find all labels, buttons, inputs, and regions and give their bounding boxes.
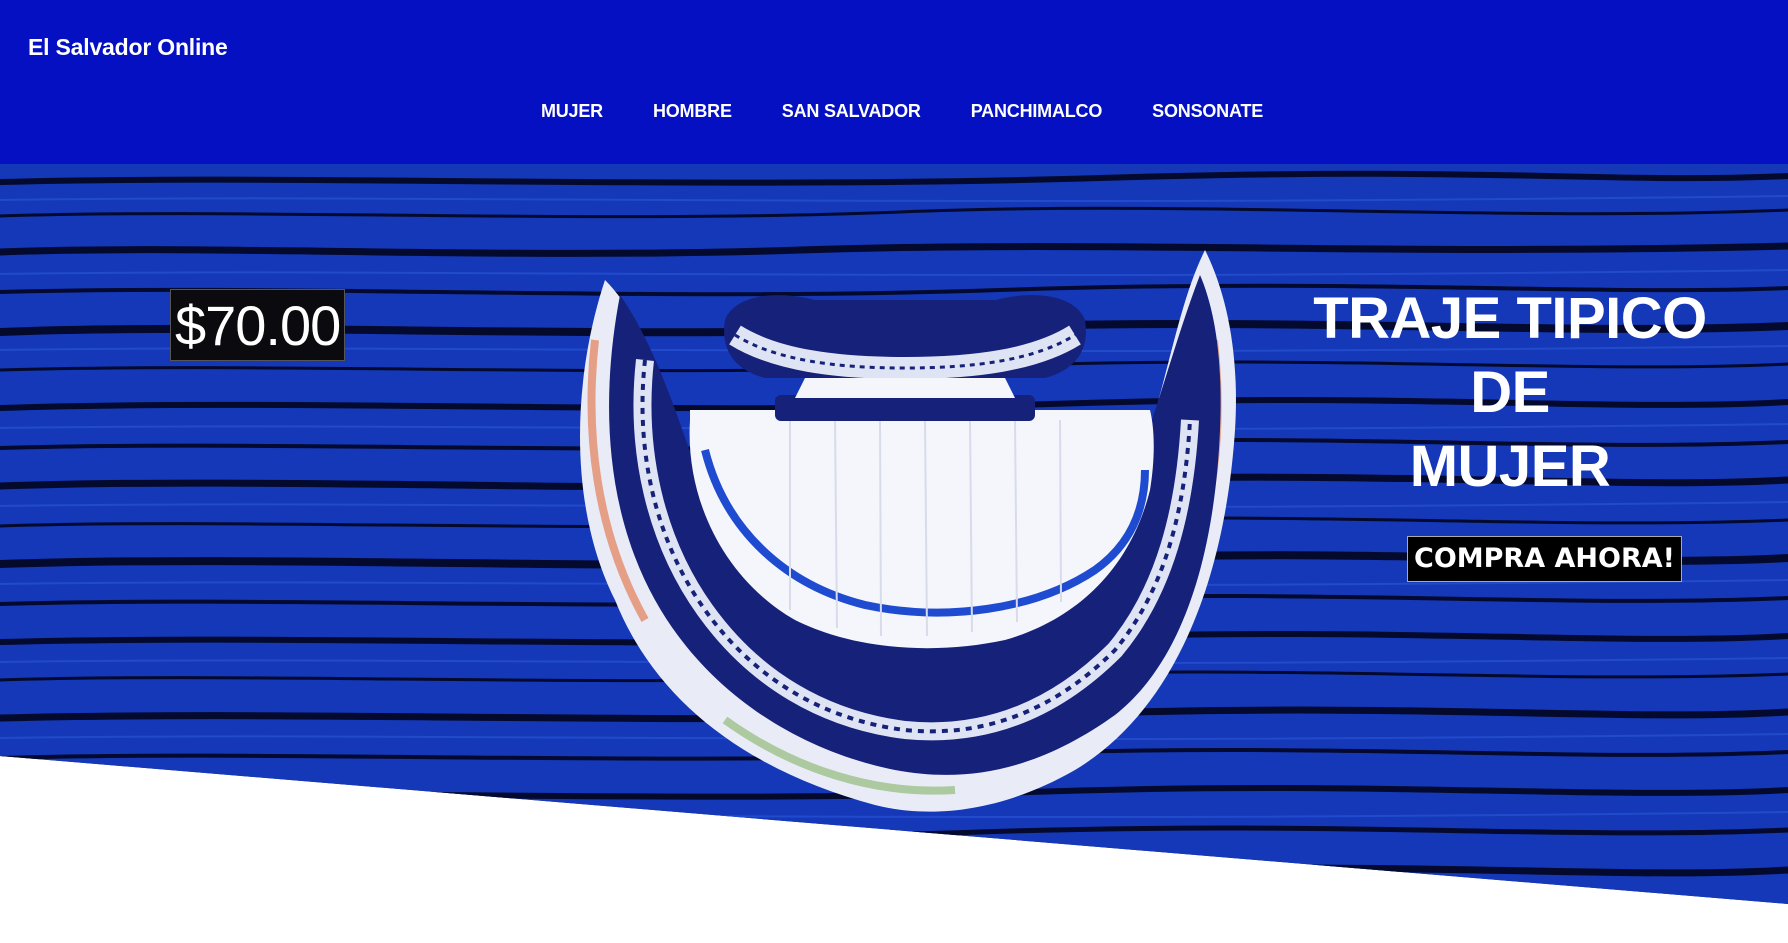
hero-title: TRAJE TIPICO DE MUJER bbox=[1290, 282, 1730, 504]
traje-tipico-dress-image bbox=[580, 250, 1236, 812]
nav-item-sonsonate[interactable]: SONSONATE bbox=[1152, 101, 1263, 122]
buy-now-button[interactable]: COMPRA AHORA! bbox=[1407, 536, 1682, 582]
main-nav: MUJER HOMBRE SAN SALVADOR PANCHIMALCO SO… bbox=[0, 101, 1788, 122]
nav-item-hombre[interactable]: HOMBRE bbox=[653, 101, 732, 122]
hero-title-line-1: TRAJE TIPICO bbox=[1313, 286, 1707, 351]
nav-item-panchimalco[interactable]: PANCHIMALCO bbox=[971, 101, 1103, 122]
nav-item-san-salvador[interactable]: SAN SALVADOR bbox=[782, 101, 921, 122]
site-logo-text[interactable]: El Salvador Online bbox=[28, 34, 228, 61]
hero-title-line-2: DE bbox=[1470, 360, 1550, 425]
hero-title-line-3: MUJER bbox=[1409, 434, 1611, 499]
nav-item-mujer[interactable]: MUJER bbox=[541, 101, 603, 122]
site-header: El Salvador Online MUJER HOMBRE SAN SALV… bbox=[0, 0, 1788, 164]
price-tag: $70.00 bbox=[170, 289, 346, 361]
